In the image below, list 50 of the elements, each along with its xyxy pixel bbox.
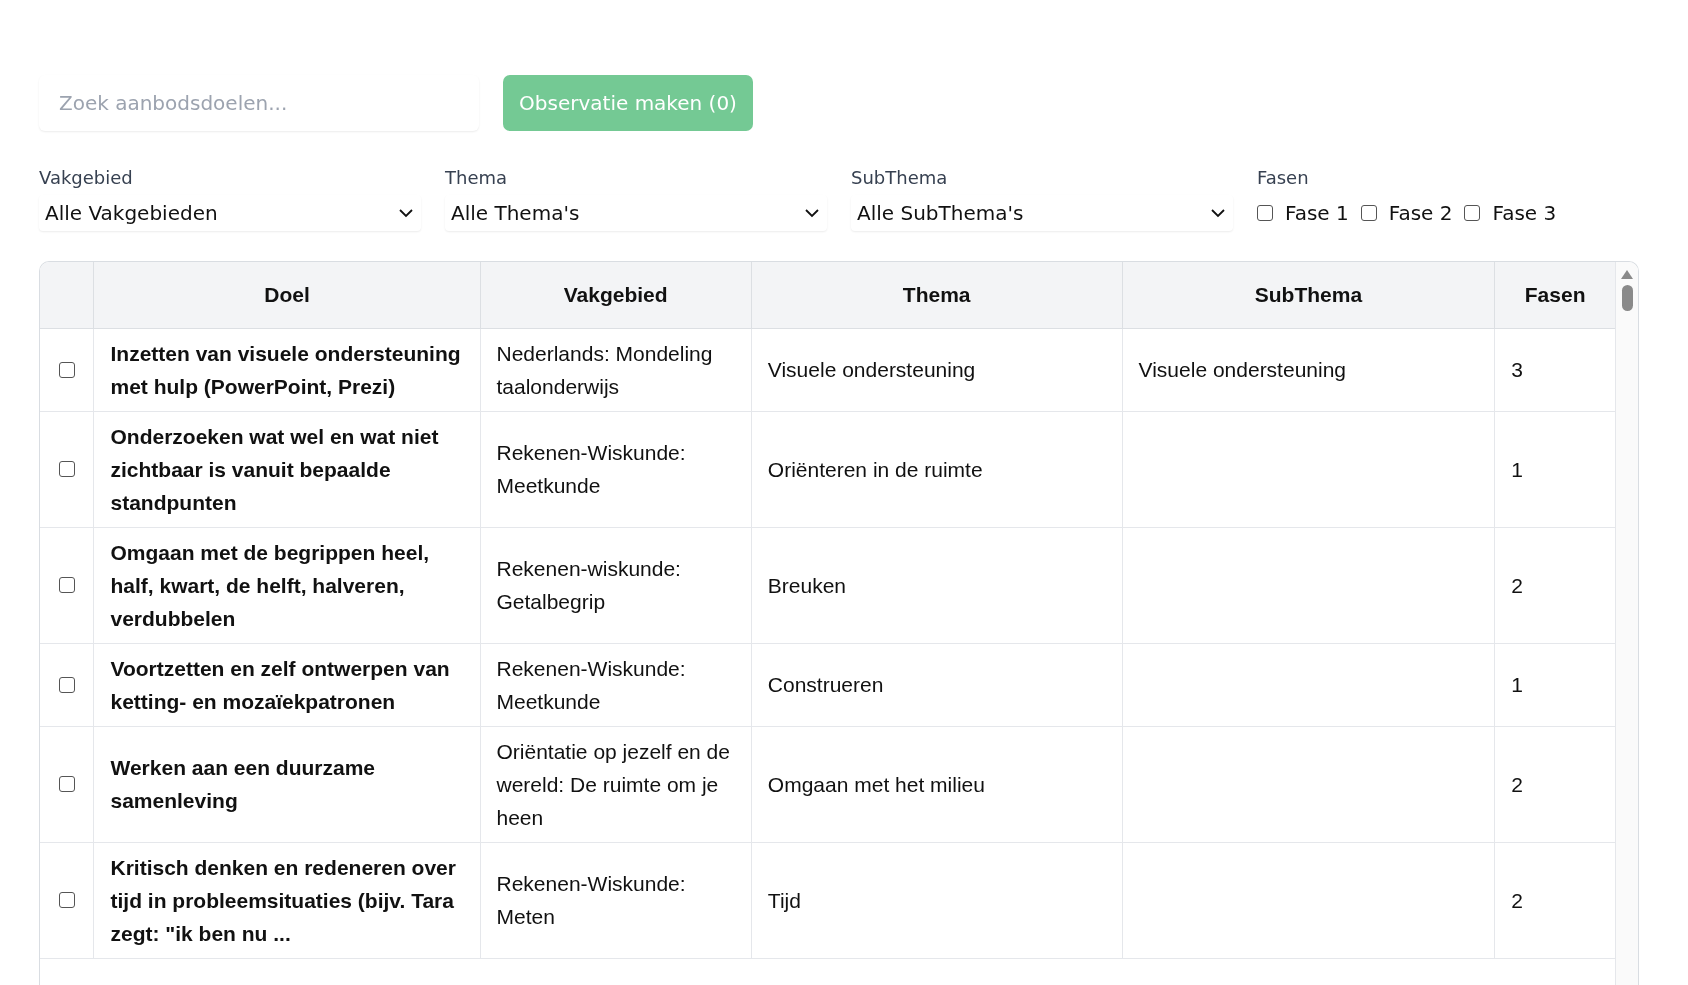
table-cell: Visuele ondersteuning — [1122, 328, 1495, 411]
scrollbar[interactable] — [1615, 262, 1638, 985]
table-cell: Omgaan met de begrippen heel, half, kwart, de helft, halveren, verdubbelen — [94, 527, 480, 643]
table-cell: Rekenen-Wiskunde: Meetkunde — [480, 411, 752, 527]
filter-dropdown[interactable]: Alle Thema's — [445, 195, 827, 231]
phase-label[interactable]: Fase 3 — [1492, 201, 1557, 225]
table-cell: Nederlands: Mondeling taalonderwijs — [480, 328, 752, 411]
filter-label: Fasen — [1257, 166, 1310, 190]
phase-label[interactable]: Fase 1 — [1285, 201, 1349, 225]
table-cell: Onderzoeken wat wel en wat niet zichtbaar is vanuit bepaalde standpunten — [94, 411, 480, 527]
phase-label[interactable]: Fase 2 — [1388, 201, 1453, 225]
filter-dropdown[interactable]: Alle SubThema's — [851, 195, 1233, 231]
filter-label: Vakgebied — [39, 166, 134, 190]
column-header: Fasen — [1494, 262, 1615, 328]
filter-dropdown[interactable]: Alle Vakgebieden — [39, 195, 421, 231]
table-cell: Oriëntatie op jezelf en de wereld: De ruimte om je heen — [480, 726, 752, 842]
column-header: SubThema — [1122, 262, 1495, 328]
filter-label: Thema — [445, 166, 509, 190]
table-cell: Rekenen-Wiskunde: Meten — [480, 842, 752, 958]
column-header: Thema — [751, 262, 1123, 328]
row-checkbox[interactable] — [58, 776, 75, 792]
chevron-down-icon — [805, 208, 819, 218]
phase-checkbox[interactable] — [1360, 205, 1377, 221]
table-cell: Omgaan met het milieu — [751, 726, 1123, 842]
filter-label: SubThema — [851, 166, 949, 190]
table-cell: Oriënteren in de ruimte — [751, 411, 1123, 527]
scrollbar-thumb[interactable] — [1621, 285, 1633, 311]
column-header: Doel — [94, 262, 480, 328]
table-cell: Kritisch denken en redeneren over tijd in probleemsituaties (bijv. Tara zegt: "ik ben nu ... — [94, 842, 480, 958]
table-cell: Tijd — [751, 842, 1123, 958]
table-cell: Werken aan een duurzame samenleving — [94, 726, 480, 842]
phase-checkbox[interactable] — [1257, 205, 1273, 221]
search-field[interactable]: Zoek aanbodsdoelen... — [39, 75, 479, 131]
row-checkbox[interactable] — [58, 461, 75, 477]
row-checkbox[interactable] — [58, 892, 75, 908]
chevron-down-icon — [399, 208, 413, 218]
table-cell: Rekenen-Wiskunde: Meetkunde — [480, 643, 752, 726]
row-checkbox[interactable] — [58, 676, 75, 693]
table-cell: Visuele ondersteuning — [751, 328, 1123, 411]
row-checkbox[interactable] — [58, 361, 75, 378]
chevron-down-icon — [1211, 208, 1225, 218]
phase-checkbox[interactable] — [1464, 205, 1481, 221]
table-cell: Breuken — [751, 527, 1123, 643]
table-cell: Rekenen-wiskunde: Getalbegrip — [480, 527, 752, 643]
column-header: Vakgebied — [480, 262, 752, 328]
table-cell: Voortzetten en zelf ontwerpen van ketting- en mozaïekpatronen — [94, 643, 480, 726]
scroll-up-icon[interactable] — [1621, 270, 1633, 279]
row-checkbox[interactable] — [58, 577, 75, 593]
table-cell: Inzetten van visuele ondersteuning met hulp (PowerPoint, Prezi) — [94, 328, 480, 411]
table-cell: Construeren — [751, 643, 1123, 726]
